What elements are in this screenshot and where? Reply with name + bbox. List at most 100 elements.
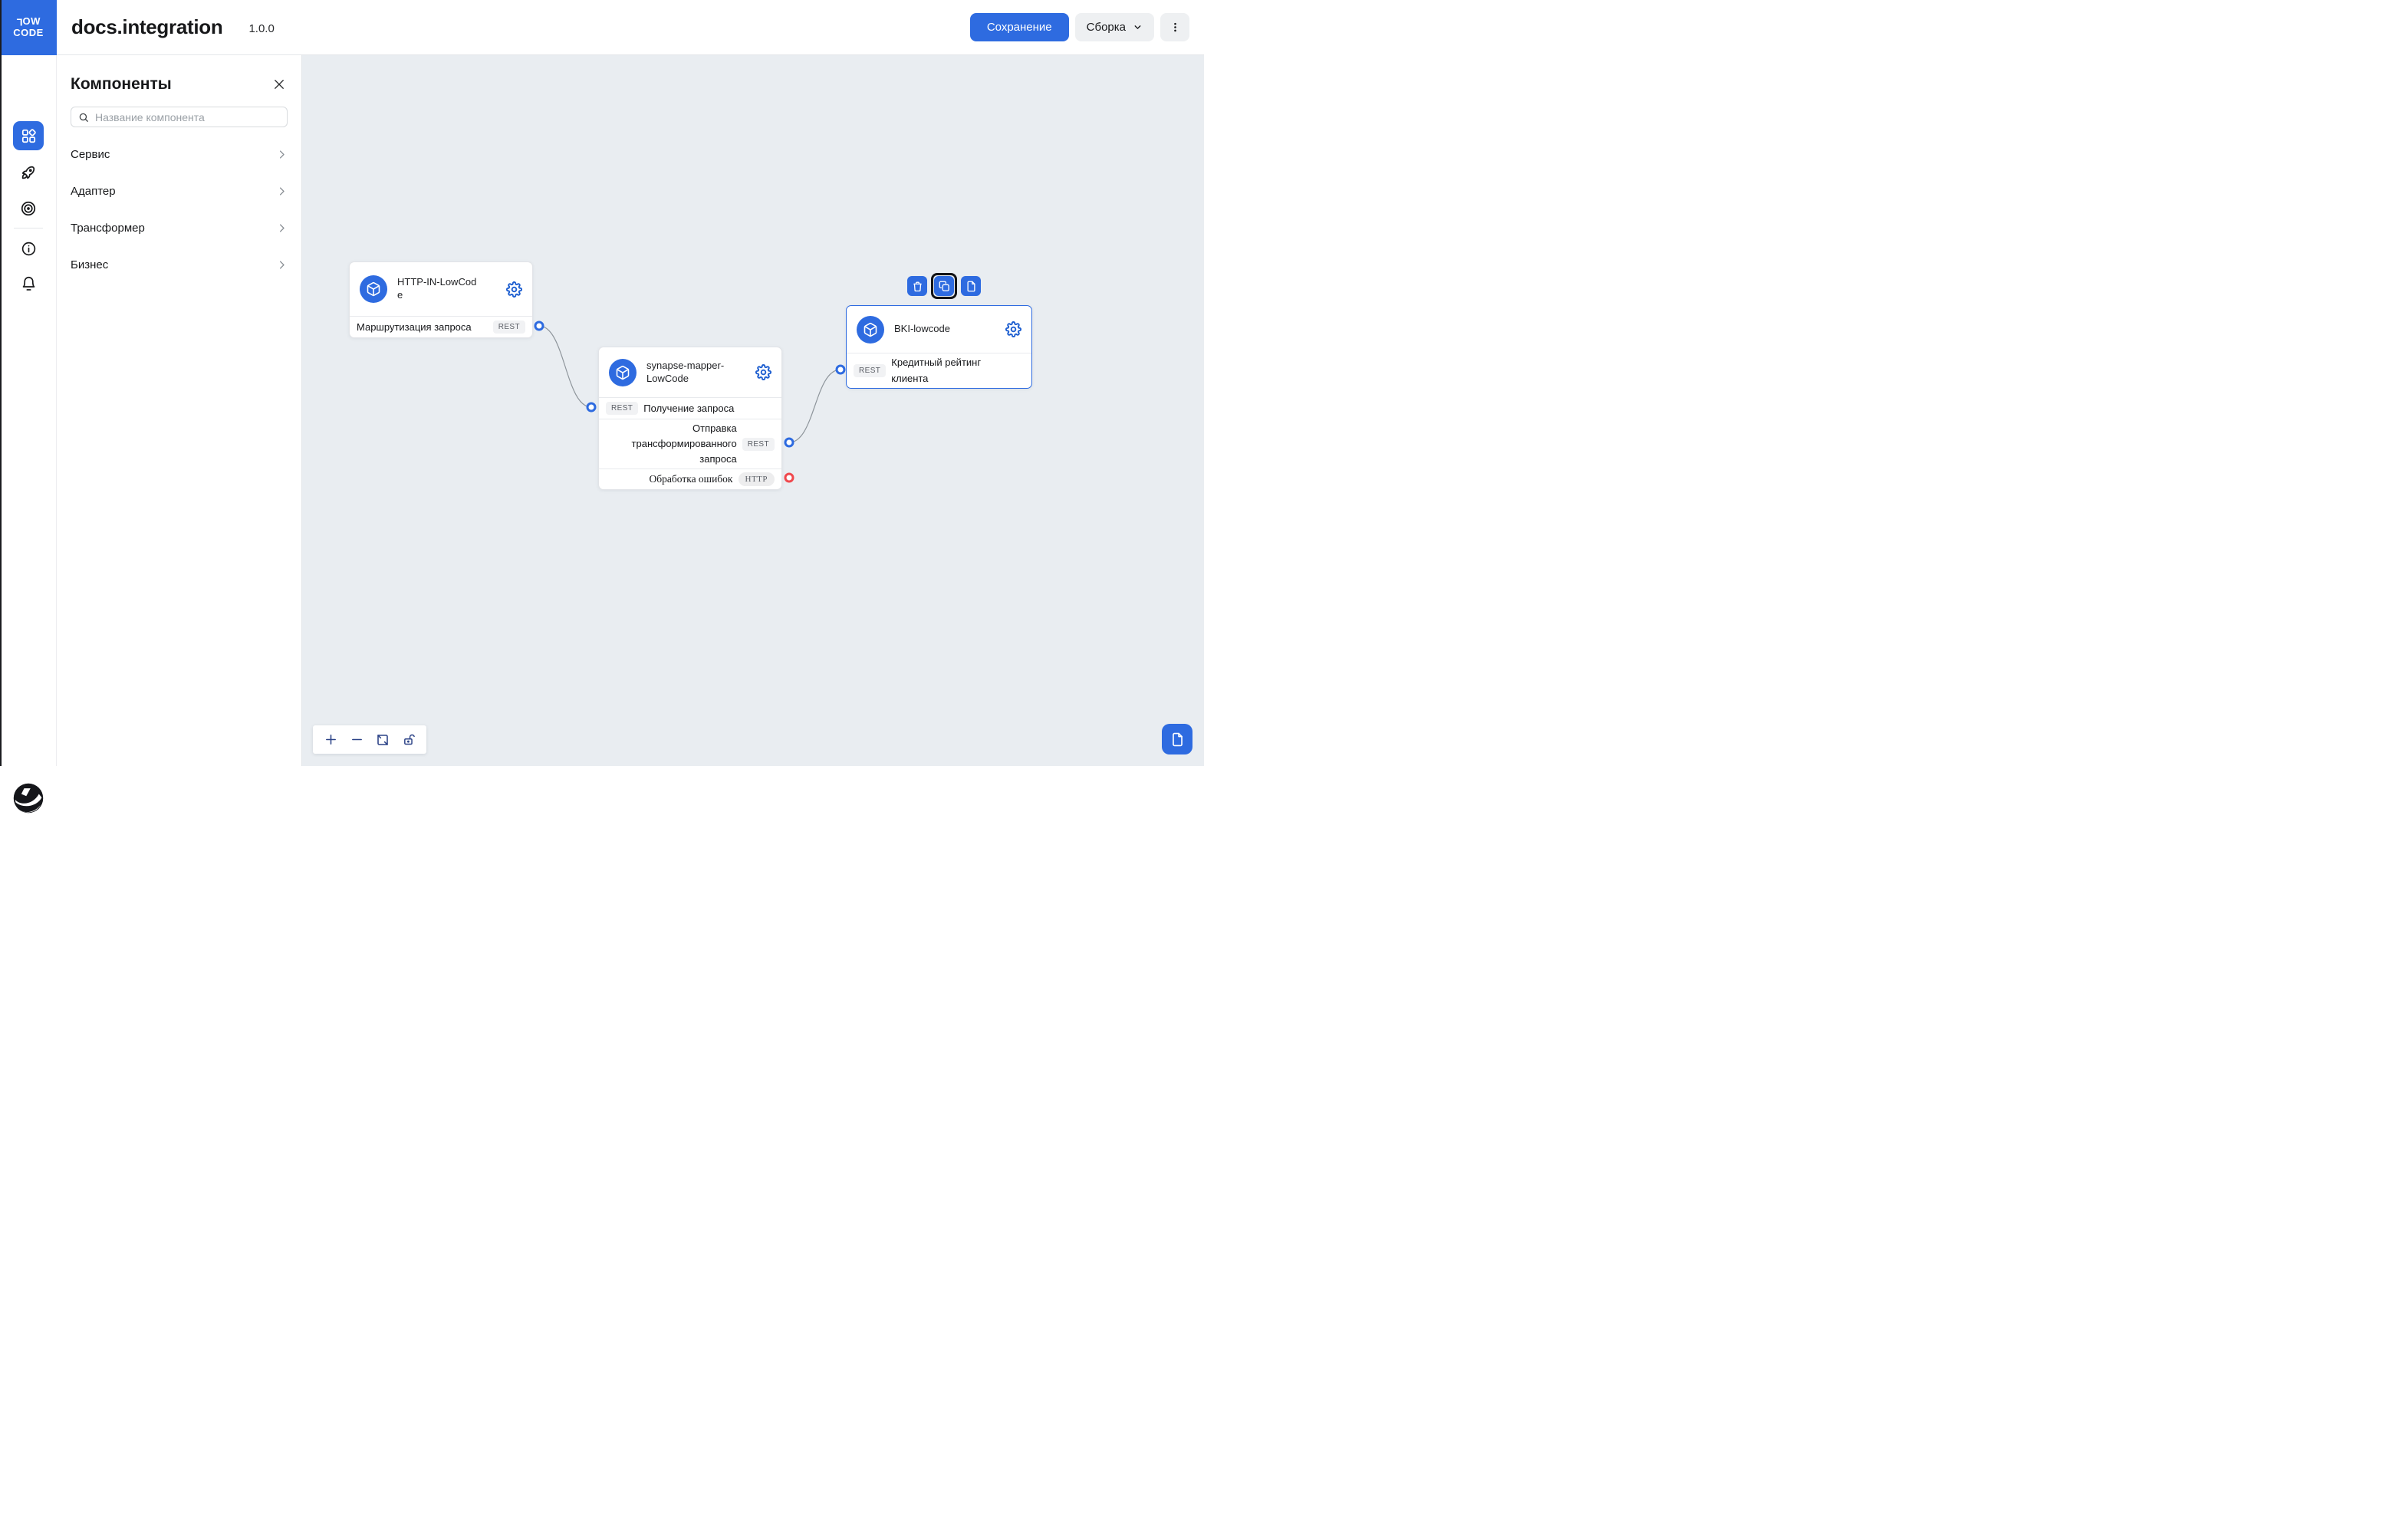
node-http-in-lowcode[interactable]: HTTP-IN-LowCode Маршрутизация запроса RE… xyxy=(349,261,533,338)
category-label: Бизнес xyxy=(71,258,108,271)
category-item-business[interactable]: Бизнес xyxy=(71,246,288,283)
gear-icon[interactable] xyxy=(506,281,522,298)
components-panel: Компоненты Сервис Адаптер Тран xyxy=(57,55,302,766)
flow-canvas[interactable]: HTTP-IN-LowCode Маршрутизация запроса RE… xyxy=(302,55,1204,766)
lock-toggle-button[interactable] xyxy=(398,729,419,751)
fit-view-icon xyxy=(376,733,390,747)
components-panel-title: Компоненты xyxy=(71,75,172,94)
kebab-menu-icon xyxy=(1169,21,1181,33)
protocol-badge: REST xyxy=(742,438,775,451)
input-port[interactable] xyxy=(836,365,846,375)
sidebar-item-info[interactable] xyxy=(13,234,44,263)
zoom-in-icon xyxy=(324,733,337,746)
gear-icon[interactable] xyxy=(1005,321,1021,337)
brand-sphere-logo xyxy=(12,781,45,815)
file-icon xyxy=(966,281,977,292)
node-header: HTTP-IN-LowCode xyxy=(350,262,532,316)
documentation-fab-button[interactable] xyxy=(1162,724,1192,754)
canvas-controls xyxy=(313,725,426,754)
chevron-right-icon xyxy=(276,222,288,234)
error-output-port[interactable] xyxy=(785,473,794,483)
node-docs-button[interactable] xyxy=(961,276,981,296)
port-label: Получение запроса xyxy=(643,403,734,414)
chevron-right-icon xyxy=(276,259,288,271)
output-port[interactable] xyxy=(785,438,794,448)
node-header: BKI-lowcode xyxy=(847,306,1031,353)
copy-node-button-focus-ring xyxy=(931,273,957,299)
unlock-icon xyxy=(403,733,416,746)
components-grid-icon xyxy=(21,128,37,144)
category-label: Трансформер xyxy=(71,222,145,235)
logo-letter-l: L xyxy=(16,16,22,27)
rocket-icon xyxy=(20,164,37,181)
chevron-down-icon xyxy=(1133,22,1143,32)
page-title: docs.integration xyxy=(71,15,222,39)
protocol-badge: REST xyxy=(493,321,525,334)
trash-icon xyxy=(912,281,923,292)
port-row-error: Обработка ошибок HTTP xyxy=(599,468,781,489)
lowcode-logo[interactable]: LOW CODE xyxy=(0,0,57,55)
component-categories: Сервис Адаптер Трансформер Бизнес xyxy=(71,136,288,283)
chevron-right-icon xyxy=(276,186,288,197)
notifications-bell-icon xyxy=(21,276,37,292)
more-menu-button[interactable] xyxy=(1160,13,1189,41)
node-synapse-mapper-lowcode[interactable]: synapse-mapper-LowCode REST Получение за… xyxy=(598,347,782,490)
sidebar-item-deploy[interactable] xyxy=(13,158,44,187)
zoom-out-button[interactable] xyxy=(346,729,367,751)
cube-icon xyxy=(609,359,637,386)
info-icon xyxy=(21,241,37,257)
protocol-badge: REST xyxy=(606,402,638,415)
category-label: Сервис xyxy=(71,148,110,161)
port-label: Обработка ошибок xyxy=(650,473,733,485)
copy-node-button[interactable] xyxy=(934,276,954,296)
category-item-transformer[interactable]: Трансформер xyxy=(71,209,288,246)
node-title: HTTP-IN-LowCode xyxy=(397,276,480,302)
save-button[interactable]: Сохранение xyxy=(970,13,1069,41)
category-item-service[interactable]: Сервис xyxy=(71,136,288,173)
build-label: Сборка xyxy=(1087,21,1126,34)
edge[interactable] xyxy=(539,326,591,407)
sidebar-item-notifications[interactable] xyxy=(13,269,44,298)
gear-icon[interactable] xyxy=(755,364,771,380)
app-window: LOW CODE docs.integration 1.0.0 Сохранен… xyxy=(0,0,1204,766)
node-bki-lowcode[interactable]: BKI-lowcode REST Кредитный рейтинг клиен… xyxy=(846,305,1032,389)
close-icon xyxy=(272,77,286,91)
version-label: 1.0.0 xyxy=(248,22,274,35)
file-icon xyxy=(1170,732,1185,747)
header-actions: Сохранение Сборка xyxy=(970,13,1189,41)
chevron-right-icon xyxy=(276,149,288,160)
zoom-in-button[interactable] xyxy=(320,729,341,751)
logo-line-1: LOW xyxy=(16,16,41,27)
category-label: Адаптер xyxy=(71,185,116,198)
node-title: BKI-lowcode xyxy=(894,323,994,336)
protocol-badge: REST xyxy=(854,364,886,377)
node-title: synapse-mapper-LowCode xyxy=(646,360,729,386)
port-label: Маршрутизация запроса xyxy=(357,321,488,333)
sidebar-item-components[interactable] xyxy=(13,121,44,150)
input-port[interactable] xyxy=(587,403,597,413)
logo-line-2: CODE xyxy=(13,28,44,38)
search-input[interactable] xyxy=(95,111,280,123)
close-panel-button[interactable] xyxy=(271,76,288,93)
delete-node-button[interactable] xyxy=(907,276,927,296)
sidebar-item-monitoring[interactable] xyxy=(13,194,44,223)
top-header: LOW CODE docs.integration 1.0.0 Сохранен… xyxy=(0,0,1204,55)
edge[interactable] xyxy=(789,370,840,442)
port-row-output: Маршрутизация запроса REST xyxy=(350,316,532,337)
port-label: Отправка трансформированного запроса xyxy=(625,421,737,467)
copy-icon xyxy=(939,281,950,292)
output-port[interactable] xyxy=(535,321,544,331)
component-search-box xyxy=(71,107,288,127)
category-item-adapter[interactable]: Адаптер xyxy=(71,173,288,209)
left-icon-rail xyxy=(0,55,57,766)
target-icon xyxy=(20,200,37,217)
zoom-out-icon xyxy=(350,733,364,746)
cube-icon xyxy=(857,316,884,344)
build-dropdown-button[interactable]: Сборка xyxy=(1075,13,1154,41)
port-label: Кредитный рейтинг клиента xyxy=(891,355,992,386)
node-header: synapse-mapper-LowCode xyxy=(599,347,781,397)
port-row-input: REST Кредитный рейтинг клиента xyxy=(847,353,1031,388)
fit-view-button[interactable] xyxy=(372,729,393,751)
protocol-badge: HTTP xyxy=(739,472,775,486)
cube-icon xyxy=(360,275,387,303)
